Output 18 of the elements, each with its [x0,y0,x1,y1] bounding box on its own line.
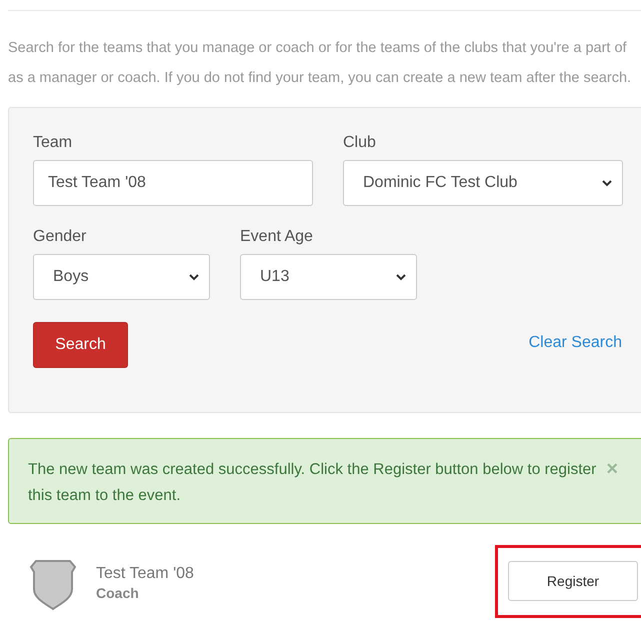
shield-icon [28,559,78,611]
team-field[interactable]: Test Team '08 [33,160,313,206]
event-age-dropdown[interactable]: U13 [240,254,417,300]
caret-icon [189,274,199,280]
team-name: Test Team '08 [96,565,195,583]
alert-message: The new team was created successfully. Click the Register button below to register this team to the event. [28,460,598,506]
intro-text: Search for the teams that you manage or coach or for the teams of the clubs that you're a part of as a manager or coach. If you do not find your team, you can create a new team after the search. [8,39,632,88]
register-button[interactable]: Register [508,561,638,601]
caret-icon [602,180,612,186]
club-dropdown[interactable]: Dominic FC Test Club [343,160,623,206]
field-label: Club [343,134,377,152]
gender-dropdown[interactable]: Boys [33,254,210,300]
caret-icon [396,274,406,280]
team-role: Coach [96,585,140,601]
field-label: Team [33,134,74,152]
field-label: Gender [33,228,88,246]
search-button[interactable]: Search [33,322,128,368]
field-label: Event Age [240,228,314,246]
